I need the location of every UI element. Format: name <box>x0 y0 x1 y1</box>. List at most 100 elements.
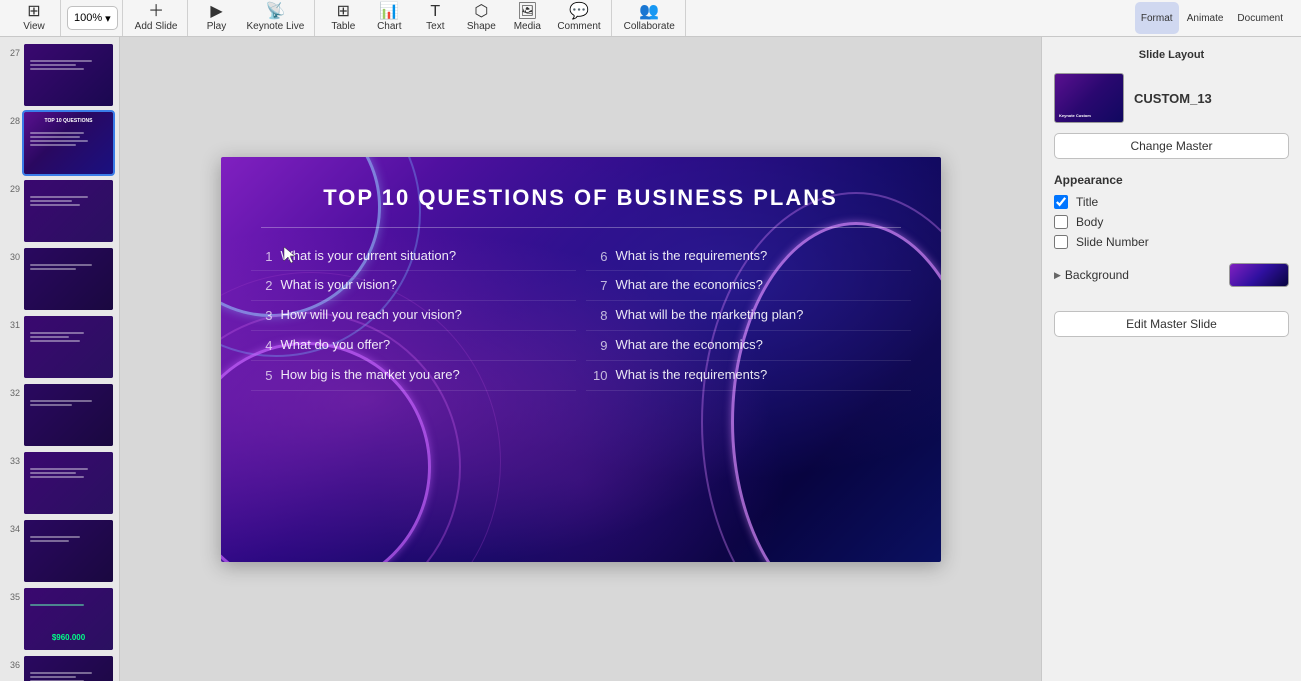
presentation-slide[interactable]: TOP 10 QUESTIONS OF BUSINESS PLANS 1 Wha… <box>221 157 941 562</box>
slide-thumb-title: TOP 10 QUESTIONS <box>28 118 109 124</box>
text-button[interactable]: T Text <box>413 2 457 34</box>
q-number: 5 <box>255 368 273 383</box>
zoom-group: 100% ▾ <box>63 0 123 36</box>
title-checkbox[interactable] <box>1054 195 1068 209</box>
chart-button[interactable]: 📊 Chart <box>367 2 411 34</box>
slide-thumbnail[interactable] <box>24 452 113 514</box>
keynote-live-button[interactable]: 📡 Keynote Live <box>240 2 310 34</box>
questions-left-col: 1 What is your current situation? 2 What… <box>251 242 576 542</box>
q-number: 9 <box>590 338 608 353</box>
q-number: 2 <box>255 278 273 293</box>
question-item: 4 What do you offer? <box>251 331 576 361</box>
main-area: 27 28 TOP 10 QUESTIONS <box>0 37 1301 681</box>
add-slide-icon: ＋ <box>148 4 164 20</box>
mini-lines <box>30 672 107 681</box>
slide-thumb-inner <box>24 452 113 514</box>
media-label: Media <box>514 21 541 32</box>
slide-number: 33 <box>6 456 20 466</box>
canvas-area[interactable]: TOP 10 QUESTIONS OF BUSINESS PLANS 1 Wha… <box>120 37 1041 681</box>
slide-thumbnail-selected[interactable]: TOP 10 QUESTIONS <box>24 112 113 174</box>
add-slide-button[interactable]: ＋ Add Slide <box>129 2 184 34</box>
q-number: 1 <box>255 249 273 264</box>
slide-thumbnail[interactable] <box>24 384 113 446</box>
q-text: What is the requirements? <box>616 367 768 384</box>
zoom-control[interactable]: 100% ▾ <box>67 6 118 30</box>
comment-button[interactable]: 💬 Comment <box>551 2 606 34</box>
format-tab-button[interactable]: Format <box>1135 2 1179 34</box>
slide-thumbnail[interactable] <box>24 656 113 681</box>
body-checkbox-row: Body <box>1054 215 1289 229</box>
slide-price: $960.000 <box>52 633 85 642</box>
q-number: 7 <box>590 278 608 293</box>
toolbar: ⊞ View 100% ▾ ＋ Add Slide ▶ Play 📡 Keyno… <box>0 0 1301 37</box>
background-text: Background <box>1065 268 1129 282</box>
slide-number: 28 <box>6 116 20 126</box>
play-button[interactable]: ▶ Play <box>194 2 238 34</box>
mini-lines <box>30 332 107 344</box>
body-checkbox-label: Body <box>1076 215 1103 229</box>
slide-item[interactable]: 34 <box>0 517 119 585</box>
slide-number-checkbox-row: Slide Number <box>1054 235 1289 249</box>
slide-thumbnail[interactable]: $960.000 <box>24 588 113 650</box>
mini-lines <box>30 604 107 608</box>
appearance-section: Appearance Title Body Slide Number <box>1054 173 1289 249</box>
view-button[interactable]: ⊞ View <box>12 2 56 34</box>
slide-number-checkbox[interactable] <box>1054 235 1068 249</box>
table-button[interactable]: ⊞ Table <box>321 2 365 34</box>
slide-item[interactable]: 35 $960.000 <box>0 585 119 653</box>
question-item: 3 How will you reach your vision? <box>251 301 576 331</box>
q-text: What will be the marketing plan? <box>616 307 804 324</box>
slide-number: 27 <box>6 48 20 58</box>
mini-lines <box>30 60 107 72</box>
slide-item[interactable]: 32 <box>0 381 119 449</box>
table-label: Table <box>331 21 355 32</box>
background-label: ▶ Background <box>1054 268 1129 282</box>
q-text: How big is the market you are? <box>281 367 460 384</box>
collaborate-label: Collaborate <box>624 21 675 32</box>
slide-panel[interactable]: 27 28 TOP 10 QUESTIONS <box>0 37 120 681</box>
media-button[interactable]: 🖼 Media <box>505 2 549 34</box>
question-item: 8 What will be the marketing plan? <box>586 301 911 331</box>
mini-lines <box>30 264 107 272</box>
body-checkbox[interactable] <box>1054 215 1068 229</box>
text-icon: T <box>430 4 440 20</box>
slide-item[interactable]: 33 <box>0 449 119 517</box>
slide-thumb-inner: TOP 10 QUESTIONS <box>24 112 113 174</box>
slide-thumbnail[interactable] <box>24 316 113 378</box>
mini-lines <box>30 400 107 408</box>
slide-item[interactable]: 27 <box>0 41 119 109</box>
question-item: 5 How big is the market you are? <box>251 361 576 391</box>
q-text: What is your vision? <box>281 277 397 294</box>
slide-item[interactable]: 29 <box>0 177 119 245</box>
slide-item[interactable]: 36 <box>0 653 119 681</box>
play-label: Play <box>207 21 226 32</box>
master-thumb-content: Keynote Custom <box>1059 113 1119 118</box>
slide-item[interactable]: 31 <box>0 313 119 381</box>
collaborate-button[interactable]: 👥 Collaborate <box>618 2 681 34</box>
slide-item-selected[interactable]: 28 TOP 10 QUESTIONS <box>0 109 119 177</box>
document-tab-button[interactable]: Document <box>1231 2 1289 34</box>
change-master-button[interactable]: Change Master <box>1054 133 1289 159</box>
animate-tab-button[interactable]: Animate <box>1181 2 1230 34</box>
format-tab-label: Format <box>1141 13 1173 24</box>
slide-item[interactable]: 30 <box>0 245 119 313</box>
shape-label: Shape <box>467 21 496 32</box>
q-text: What is your current situation? <box>281 248 457 265</box>
slide-thumbnail[interactable] <box>24 248 113 310</box>
master-thumbnail: Keynote Custom <box>1054 73 1124 123</box>
background-color-swatch[interactable] <box>1229 263 1289 287</box>
collaborate-icon: 👥 <box>639 4 659 20</box>
q-text: How will you reach your vision? <box>281 307 462 324</box>
media-icon: 🖼 <box>517 4 537 20</box>
chart-label: Chart <box>377 21 401 32</box>
slide-thumbnail[interactable] <box>24 180 113 242</box>
mini-lines <box>30 468 107 480</box>
slide-title: TOP 10 QUESTIONS OF BUSINESS PLANS <box>221 185 941 211</box>
slide-thumbnail[interactable] <box>24 44 113 106</box>
edit-master-button[interactable]: Edit Master Slide <box>1054 311 1289 337</box>
keynote-live-icon: 📡 <box>265 4 285 20</box>
shape-button[interactable]: ⬡ Shape <box>459 2 503 34</box>
slide-thumbnail[interactable] <box>24 520 113 582</box>
question-item: 1 What is your current situation? <box>251 242 576 272</box>
title-checkbox-row: Title <box>1054 195 1289 209</box>
